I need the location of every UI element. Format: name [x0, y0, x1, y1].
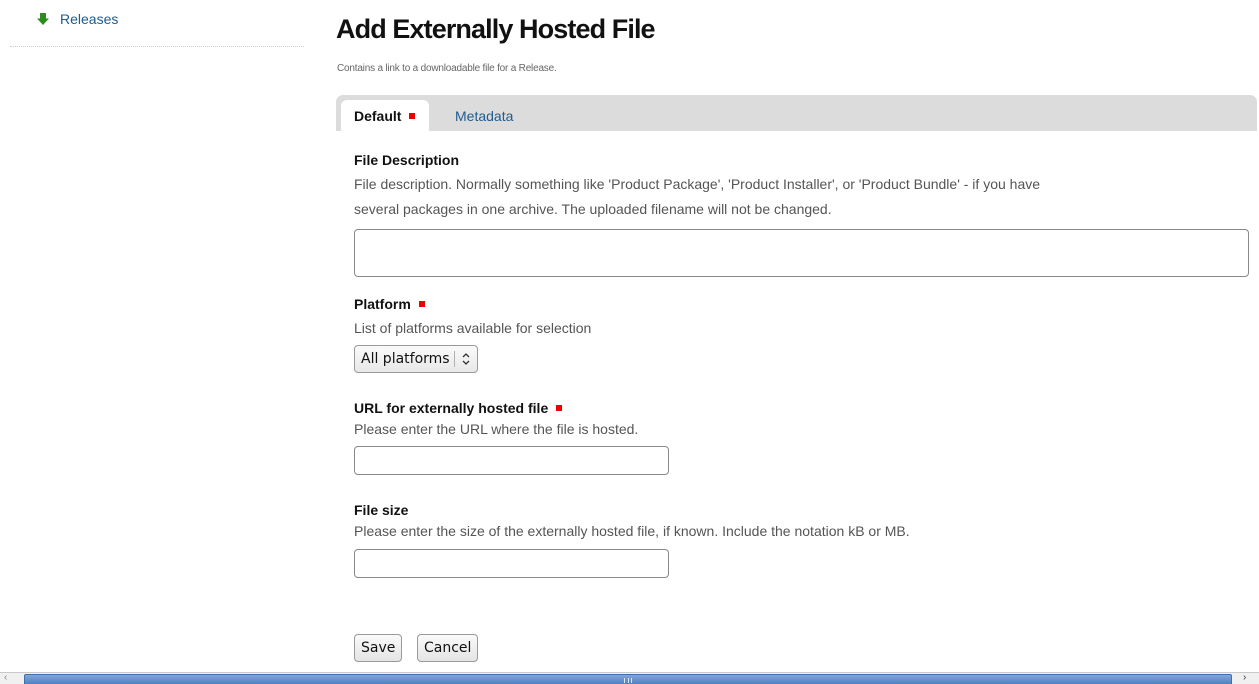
- page-title: Add Externally Hosted File: [336, 14, 656, 44]
- required-marker: [418, 301, 425, 307]
- tab-bar: Default Metadata: [336, 95, 1257, 131]
- grip-icon: [624, 678, 632, 683]
- file-size-label: File size: [354, 500, 910, 520]
- file-size-help: Please enter the size of the externally …: [354, 523, 910, 539]
- platform-select[interactable]: All platforms: [354, 345, 478, 373]
- file-description-label: File Description: [354, 150, 1249, 170]
- nav-divider: [10, 46, 304, 47]
- nav-item-releases-label: Releases: [60, 11, 119, 27]
- platform-label-text: Platform: [354, 296, 411, 312]
- file-description-label-text: File Description: [354, 152, 460, 168]
- tab-default[interactable]: Default: [341, 100, 430, 131]
- page-description: Contains a link to a downloadable file f…: [337, 63, 557, 74]
- file-description-help: File description. Normally something lik…: [354, 172, 1249, 222]
- file-description-help-line2: several packages in one archive. The upl…: [354, 201, 832, 217]
- required-marker: [409, 112, 416, 119]
- left-nav: Releases: [0, 0, 306, 660]
- file-size-label-text: File size: [354, 502, 409, 518]
- down-arrow-icon: [36, 12, 50, 26]
- url-field: URL for externally hosted file Please en…: [354, 398, 669, 475]
- tab-metadata-label: Metadata: [455, 107, 514, 124]
- scroll-right-icon[interactable]: ›: [1243, 672, 1255, 684]
- file-description-field: File Description File description. Norma…: [354, 150, 1249, 277]
- cancel-button[interactable]: Cancel: [417, 634, 479, 662]
- required-marker: [556, 405, 563, 411]
- save-button[interactable]: Save: [354, 634, 403, 662]
- platform-field: Platform List of platforms available for…: [354, 294, 591, 373]
- horizontal-scrollbar[interactable]: ‹ ›: [0, 672, 1259, 684]
- file-size-input[interactable]: [354, 549, 669, 578]
- chevron-up-down-icon: [461, 352, 471, 366]
- url-label: URL for externally hosted file: [354, 398, 669, 418]
- platform-label: Platform: [354, 294, 591, 314]
- url-label-text: URL for externally hosted file: [354, 400, 549, 416]
- file-description-help-line1: File description. Normally something lik…: [354, 176, 1041, 192]
- scrollbar-thumb[interactable]: [24, 674, 1232, 684]
- file-size-field: File size Please enter the size of the e…: [354, 500, 910, 578]
- nav-item-releases[interactable]: Releases: [37, 11, 118, 27]
- platform-help: List of platforms available for selectio…: [354, 320, 592, 336]
- scroll-left-icon[interactable]: ‹: [4, 672, 16, 684]
- file-description-input[interactable]: [354, 229, 1249, 277]
- tab-metadata[interactable]: Metadata: [455, 100, 513, 131]
- url-input[interactable]: [354, 446, 669, 475]
- platform-select-value: All platforms: [361, 351, 455, 367]
- tab-default-label: Default: [354, 107, 402, 124]
- url-help: Please enter the URL where the file is h…: [354, 421, 639, 437]
